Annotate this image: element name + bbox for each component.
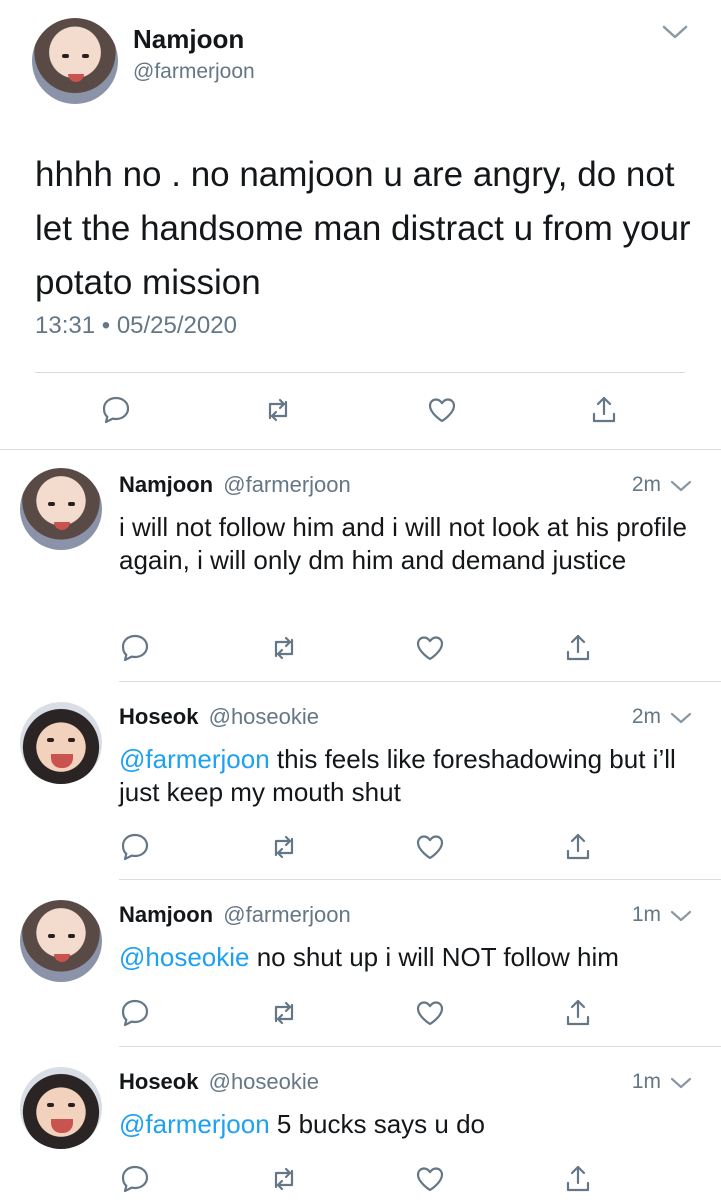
reply-tweet[interactable]: Hoseok @hoseokie 1m @farmerjoon 5 bucks … [0, 1047, 721, 1200]
mention-link[interactable]: @farmerjoon [119, 744, 270, 774]
display-name[interactable]: Namjoon [133, 24, 244, 55]
avatar[interactable] [20, 468, 102, 550]
tweet-timestamp: 13:31 • 05/25/2020 [35, 312, 237, 340]
reply-header: Namjoon @farmerjoon [119, 472, 351, 498]
reply-time: 1m [631, 1070, 661, 1093]
share-icon[interactable] [562, 831, 594, 863]
share-icon[interactable] [562, 1163, 594, 1195]
retweet-icon[interactable] [268, 997, 300, 1029]
reply-body: 5 bucks says u do [269, 1109, 486, 1139]
chevron-down-icon[interactable] [660, 20, 690, 44]
display-name[interactable]: Namjoon [119, 902, 213, 927]
retweet-icon[interactable] [268, 831, 300, 863]
handle[interactable]: @farmerjoon [133, 60, 255, 84]
reply-body: i will not follow him and i will not loo… [119, 512, 687, 575]
avatar[interactable] [20, 900, 102, 982]
reply-tweet[interactable]: Namjoon @farmerjoon 2m i will not follow… [0, 450, 721, 681]
divider [35, 372, 685, 373]
retweet-icon[interactable] [268, 632, 300, 664]
avatar[interactable] [20, 1067, 102, 1149]
avatar[interactable] [32, 18, 118, 104]
reply-time: 1m [631, 903, 661, 926]
reply-time: 2m [631, 705, 661, 728]
like-icon[interactable] [414, 632, 446, 664]
like-icon[interactable] [414, 1163, 446, 1195]
chevron-down-icon[interactable] [668, 708, 694, 728]
chevron-down-icon[interactable] [668, 1073, 694, 1093]
reply-header: Hoseok @hoseokie [119, 704, 319, 730]
like-icon[interactable] [426, 394, 458, 426]
display-name[interactable]: Hoseok [119, 704, 198, 729]
reply-text: @farmerjoon 5 bucks says u do [119, 1108, 689, 1141]
handle[interactable]: @farmerjoon [223, 902, 351, 927]
reply-text: @hoseokie no shut up i will NOT follow h… [119, 941, 689, 974]
reply-tweet[interactable]: Hoseok @hoseokie 2m @farmerjoon this fee… [0, 682, 721, 879]
display-name[interactable]: Hoseok [119, 1069, 198, 1094]
reply-text: @farmerjoon this feels like foreshadowin… [119, 743, 689, 809]
reply-time: 2m [631, 473, 661, 496]
main-tweet: Namjoon @farmerjoon hhhh no . no namjoon… [0, 0, 721, 449]
share-icon[interactable] [562, 997, 594, 1029]
reply-header: Namjoon @farmerjoon [119, 902, 351, 928]
tweet-text: hhhh no . no namjoon u are angry, do not… [35, 155, 691, 302]
handle[interactable]: @hoseokie [209, 1069, 319, 1094]
like-icon[interactable] [414, 831, 446, 863]
handle[interactable]: @hoseokie [209, 704, 319, 729]
chevron-down-icon[interactable] [668, 476, 694, 496]
reply-icon[interactable] [119, 632, 151, 664]
reply-icon[interactable] [100, 394, 132, 426]
reply-icon[interactable] [119, 997, 151, 1029]
mention-link[interactable]: @hoseokie [119, 942, 249, 972]
reply-body: no shut up i will NOT follow him [249, 942, 619, 972]
meta-separator: • [101, 312, 111, 339]
share-icon[interactable] [562, 632, 594, 664]
tweet-time: 13:31 [35, 312, 96, 339]
tweet-date: 05/25/2020 [116, 312, 237, 339]
retweet-icon[interactable] [268, 1163, 300, 1195]
reply-icon[interactable] [119, 831, 151, 863]
reply-icon[interactable] [119, 1163, 151, 1195]
reply-text: i will not follow him and i will not loo… [119, 511, 689, 577]
retweet-icon[interactable] [262, 394, 294, 426]
display-name[interactable]: Namjoon [119, 472, 213, 497]
share-icon[interactable] [588, 394, 620, 426]
reply-header: Hoseok @hoseokie [119, 1069, 319, 1095]
mention-link[interactable]: @farmerjoon [119, 1109, 270, 1139]
chevron-down-icon[interactable] [668, 906, 694, 926]
reply-tweet[interactable]: Namjoon @farmerjoon 1m @hoseokie no shut… [0, 880, 721, 1046]
like-icon[interactable] [414, 997, 446, 1029]
handle[interactable]: @farmerjoon [223, 472, 351, 497]
avatar[interactable] [20, 702, 102, 784]
